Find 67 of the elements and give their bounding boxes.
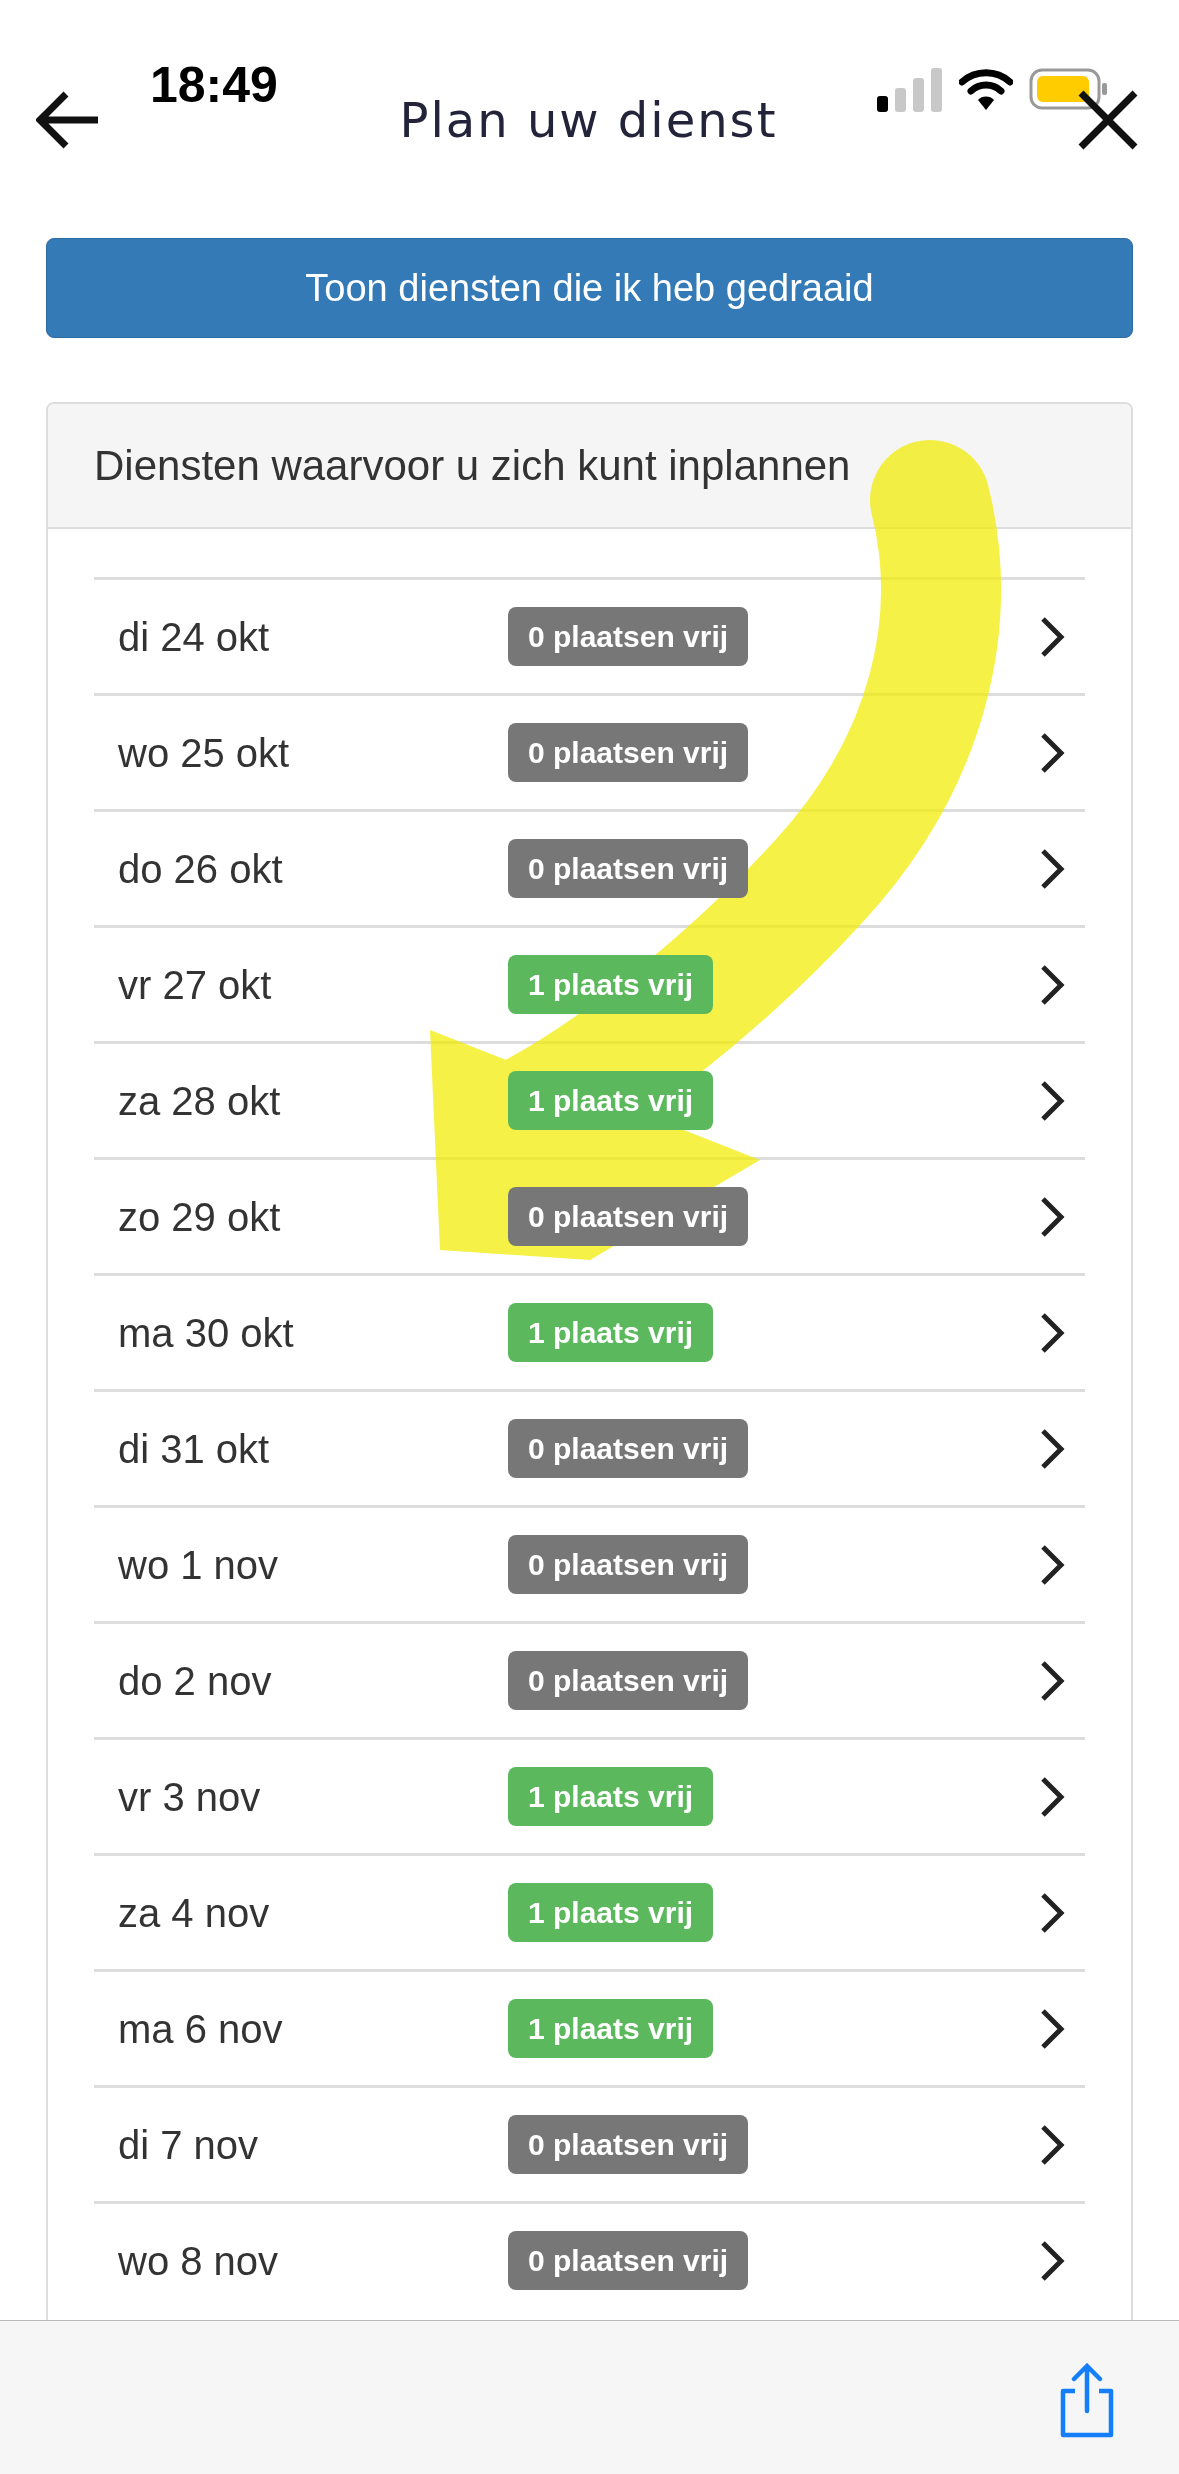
wifi-icon bbox=[959, 68, 1013, 110]
chevron-icon bbox=[1039, 2007, 1065, 2050]
chevron-icon bbox=[1039, 963, 1065, 1006]
chevron-icon bbox=[1039, 731, 1065, 774]
availability-badge: 1 plaats vrij bbox=[508, 1883, 714, 1942]
availability-badge: 0 plaatsen vrij bbox=[508, 1187, 749, 1246]
availability-badge: 0 plaatsen vrij bbox=[508, 607, 749, 666]
availability-badge: 0 plaatsen vrij bbox=[508, 2115, 749, 2174]
date-label: wo 8 nov bbox=[118, 2237, 280, 2285]
date-label: za 4 nov bbox=[118, 1889, 271, 1937]
chevron-icon bbox=[1039, 2123, 1065, 2166]
chevron-icon bbox=[1039, 1775, 1065, 1818]
date-row[interactable]: vr 27 okt 1 plaats vrij bbox=[94, 925, 1085, 1041]
date-row[interactable]: wo 1 nov 0 plaatsen vrij bbox=[94, 1505, 1085, 1621]
chevron-icon bbox=[1039, 615, 1065, 658]
availability-badge: 1 plaats vrij bbox=[508, 1303, 714, 1362]
date-label: do 2 nov bbox=[118, 1657, 273, 1705]
date-label: do 26 okt bbox=[118, 845, 284, 893]
date-label: di 31 okt bbox=[118, 1425, 271, 1473]
signal-icon bbox=[877, 66, 943, 112]
date-label: ma 6 nov bbox=[118, 2005, 284, 2053]
availability-badge: 1 plaats vrij bbox=[508, 1999, 714, 2058]
chevron-icon bbox=[1039, 1311, 1065, 1354]
date-row[interactable]: wo 8 nov 0 plaatsen vrij bbox=[94, 2201, 1085, 2317]
show-history-button[interactable]: Toon diensten die ik heb gedraaid bbox=[46, 238, 1133, 338]
back-arrow-icon[interactable] bbox=[36, 90, 100, 150]
date-row[interactable]: do 2 nov 0 plaatsen vrij bbox=[94, 1621, 1085, 1737]
chevron-icon bbox=[1039, 1891, 1065, 1934]
availability-badge: 0 plaatsen vrij bbox=[508, 723, 749, 782]
date-label: zo 29 okt bbox=[118, 1193, 282, 1241]
chevron-icon bbox=[1039, 2239, 1065, 2282]
availability-badge: 0 plaatsen vrij bbox=[508, 1651, 749, 1710]
date-label: wo 1 nov bbox=[118, 1541, 280, 1589]
date-row[interactable]: za 4 nov 1 plaats vrij bbox=[94, 1853, 1085, 1969]
panel-heading: Diensten waarvoor u zich kunt inplannen bbox=[94, 441, 851, 491]
date-label: ma 30 okt bbox=[118, 1309, 295, 1357]
chevron-icon bbox=[1039, 1543, 1065, 1586]
date-label: vr 3 nov bbox=[118, 1773, 262, 1821]
chevron-icon bbox=[1039, 1427, 1065, 1470]
availability-badge: 0 plaatsen vrij bbox=[508, 2231, 749, 2290]
chevron-icon bbox=[1039, 1659, 1065, 1702]
close-icon[interactable] bbox=[1077, 89, 1139, 151]
date-row[interactable]: ma 30 okt 1 plaats vrij bbox=[94, 1273, 1085, 1389]
date-row[interactable]: vr 3 nov 1 plaats vrij bbox=[94, 1737, 1085, 1853]
date-label: za 28 okt bbox=[118, 1077, 282, 1125]
availability-badge: 1 plaats vrij bbox=[508, 955, 714, 1014]
battery-icon bbox=[1029, 68, 1109, 110]
page-title: Plan uw dienst bbox=[399, 91, 778, 150]
date-label: wo 25 okt bbox=[118, 729, 291, 777]
availability-badge: 0 plaatsen vrij bbox=[508, 1535, 749, 1594]
clock-time: 18:49 bbox=[150, 60, 278, 110]
date-label: di 7 nov bbox=[118, 2121, 260, 2169]
availability-badge: 0 plaatsen vrij bbox=[508, 839, 749, 898]
date-row[interactable]: do 26 okt 0 plaatsen vrij bbox=[94, 809, 1085, 925]
chevron-icon bbox=[1039, 1079, 1065, 1122]
availability-badge: 1 plaats vrij bbox=[508, 1767, 714, 1826]
date-row[interactable]: wo 25 okt 0 plaatsen vrij bbox=[94, 693, 1085, 809]
chevron-icon bbox=[1039, 847, 1065, 890]
availability-badge: 0 plaatsen vrij bbox=[508, 1419, 749, 1478]
date-row[interactable]: ma 6 nov 1 plaats vrij bbox=[94, 1969, 1085, 2085]
chevron-icon bbox=[1039, 1195, 1065, 1238]
date-label: di 24 okt bbox=[118, 613, 271, 661]
date-row[interactable]: di 7 nov 0 plaatsen vrij bbox=[94, 2085, 1085, 2201]
availability-badge: 1 plaats vrij bbox=[508, 1071, 714, 1130]
date-label: vr 27 okt bbox=[118, 961, 273, 1009]
date-row[interactable]: di 24 okt 0 plaatsen vrij bbox=[94, 577, 1085, 693]
date-row[interactable]: di 31 okt 0 plaatsen vrij bbox=[94, 1389, 1085, 1505]
